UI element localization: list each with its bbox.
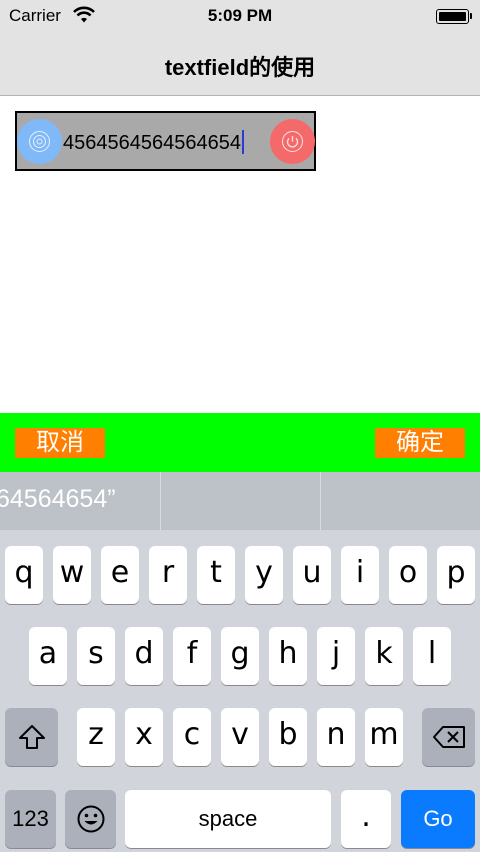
suggestion-text: 64564654” [0,485,116,513]
space-key[interactable]: space [125,790,331,848]
key-w[interactable]: w [53,546,91,604]
navigation-bar: textfield的使用 [0,32,480,96]
confirm-button[interactable]: 确定 [375,428,465,458]
battery-tip [470,13,472,19]
key-q[interactable]: q [5,546,43,604]
text-field-value[interactable]: 4564564564564654 [63,130,244,155]
emoji-icon[interactable] [65,790,116,848]
key-l[interactable]: l [413,627,451,685]
status-time: 5:09 PM [207,6,273,25]
key-p[interactable]: p [437,546,475,604]
page-title: textfield的使用 [164,55,316,80]
key-g[interactable]: g [221,627,259,685]
status-bar: Carrier 5:09 PM [0,0,480,32]
numbers-key[interactable]: 123 [5,790,56,848]
key-a[interactable]: a [29,627,67,685]
key-i[interactable]: i [341,546,379,604]
go-button[interactable]: Go [401,790,475,848]
key-f[interactable]: f [173,627,211,685]
key-r[interactable]: r [149,546,187,604]
key-h[interactable]: h [269,627,307,685]
key-u[interactable]: u [293,546,331,604]
key-e[interactable]: e [101,546,139,604]
cancel-button[interactable]: 取消 [15,428,105,458]
key-k[interactable]: k [365,627,403,685]
keyboard: 64564654” q w e r t y u i o p a s d f g … [0,472,480,852]
key-z[interactable]: z [77,708,115,766]
key-v[interactable]: v [221,708,259,766]
text-cursor [241,130,244,154]
input-accessory-toolbar: 取消 确定 [0,413,480,472]
key-b[interactable]: b [269,708,307,766]
key-m[interactable]: m [365,708,403,766]
shift-arrow-icon[interactable] [5,708,58,766]
key-o[interactable]: o [389,546,427,604]
suggestion-left[interactable]: 64564654” [0,472,160,530]
key-n[interactable]: n [317,708,355,766]
key-x[interactable]: x [125,708,163,766]
power-icon[interactable] [270,119,315,164]
key-d[interactable]: d [125,627,163,685]
suggestion-bar: 64564654” [0,472,480,530]
key-t[interactable]: t [197,546,235,604]
key-c[interactable]: c [173,708,211,766]
suggestion-middle[interactable] [161,472,320,530]
text-field[interactable]: 4564564564564654 [15,111,316,171]
suggestion-right[interactable] [321,472,480,530]
spiral-icon[interactable] [17,119,62,164]
backspace-icon[interactable] [422,708,475,766]
battery-icon [436,9,469,24]
key-s[interactable]: s [77,627,115,685]
key-j[interactable]: j [317,627,355,685]
period-key[interactable]: . [341,790,391,848]
key-y[interactable]: y [245,546,283,604]
